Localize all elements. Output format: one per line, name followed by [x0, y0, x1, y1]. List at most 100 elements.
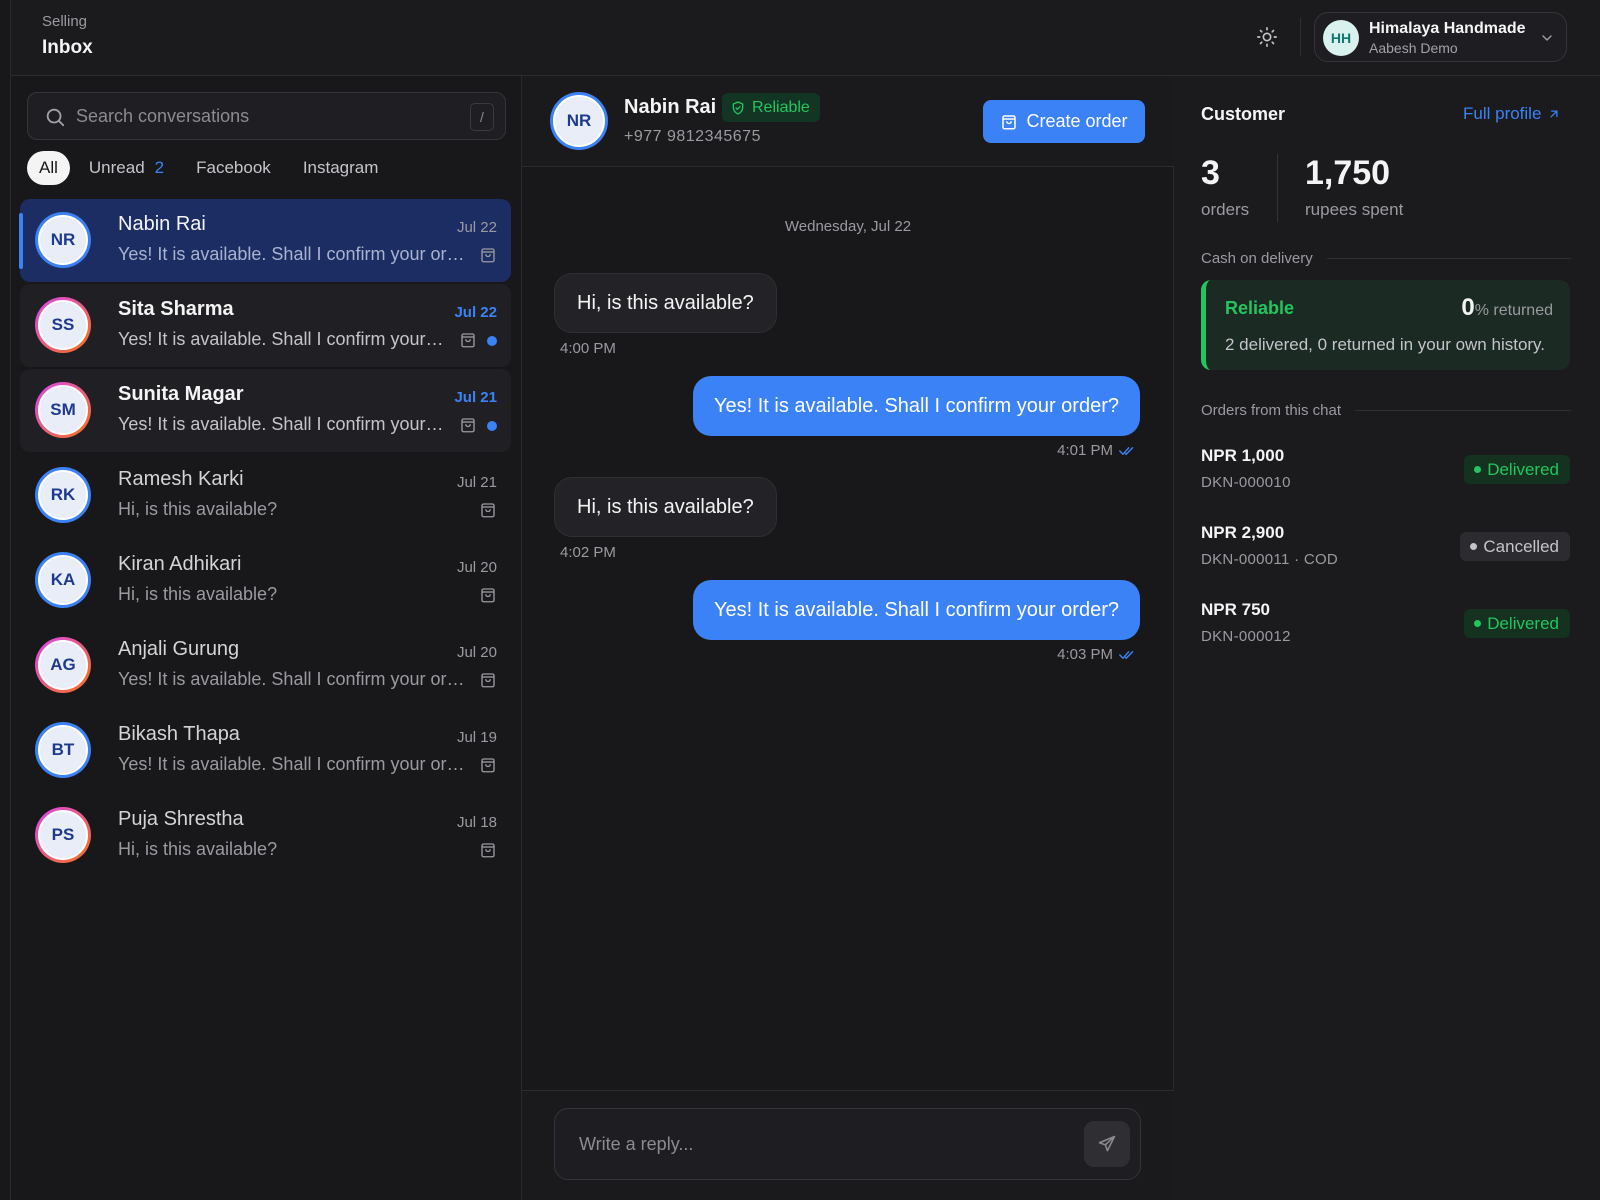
conversation-name: Sunita Magar	[118, 383, 244, 405]
order-item[interactable]: NPR 750 DKN-000012 Delivered	[1201, 600, 1570, 660]
cod-history: 2 delivered, 0 returned in your own hist…	[1225, 335, 1546, 354]
send-icon	[1098, 1135, 1116, 1152]
breadcrumb-section: Selling	[42, 13, 88, 30]
avatar: PS	[35, 807, 91, 863]
filter-tab-unread[interactable]: Unread 2	[74, 151, 179, 185]
create-order-label: Create order	[1026, 111, 1128, 131]
account-subtitle: Aabesh Demo	[1369, 40, 1458, 56]
sun-icon	[1257, 27, 1277, 47]
rupees-spent-label: rupees spent	[1305, 200, 1404, 219]
shopping-bag-icon	[461, 333, 475, 348]
search-box[interactable]: /	[27, 92, 506, 140]
message-time: 4:03 PM	[1057, 646, 1113, 663]
conversation-item[interactable]: KA Kiran Adhikari Jul 20 Hi, is this ava…	[20, 539, 511, 622]
double-check-icon	[1119, 650, 1134, 659]
order-reference: DKN-000011 · COD	[1201, 551, 1339, 568]
contact-phone: +977 9812345675	[624, 128, 761, 145]
search-input[interactable]	[76, 101, 456, 131]
avatar: RK	[35, 467, 91, 523]
unread-dot	[487, 421, 497, 431]
avatar-initials: RK	[38, 470, 88, 520]
unread-count-badge: 2	[154, 158, 165, 177]
message-time: 4:01 PM	[1057, 442, 1113, 459]
app-left-edge	[0, 0, 11, 1200]
conversation-name: Anjali Gurung	[118, 638, 240, 660]
avatar-initials: SM	[38, 385, 88, 435]
order-reference: DKN-000012	[1201, 628, 1291, 645]
conversation-item[interactable]: SM Sunita Magar Jul 21 Yes! It is availa…	[20, 369, 511, 452]
chevron-down-icon	[1542, 35, 1552, 41]
conversation-item[interactable]: PS Puja Shrestha Jul 18 Hi, is this avai…	[20, 794, 511, 877]
status-dot	[1470, 543, 1478, 550]
orders-section-label: Orders from this chat	[1201, 402, 1571, 419]
conversation-preview: Yes! It is available. Shall I confirm yo…	[118, 754, 466, 774]
customer-panel: Customer Full profile 3 orders 1,750 rup…	[1174, 76, 1600, 1200]
section-divider	[1355, 410, 1571, 411]
order-item[interactable]: NPR 1,000 DKN-000010 Delivered	[1201, 446, 1570, 506]
avatar: BT	[35, 722, 91, 778]
status-badge: Delivered	[1464, 609, 1570, 638]
conversation-date: Jul 22	[456, 219, 497, 236]
shield-check-icon	[732, 100, 744, 115]
order-amount: NPR 1,000	[1201, 446, 1285, 465]
double-check-icon	[1119, 446, 1134, 455]
page-title: Inbox	[42, 37, 93, 58]
create-order-button[interactable]: Create order	[983, 100, 1145, 143]
topbar-divider	[1300, 18, 1301, 56]
filter-tab-facebook[interactable]: Facebook	[181, 151, 286, 185]
top-bar: Selling Inbox HH Himalaya Handmade Aabes…	[11, 0, 1600, 76]
message-time-row: 4:01 PM	[1057, 442, 1135, 459]
contact-avatar-initials: NR	[553, 95, 605, 147]
conversation-item[interactable]: NR Nabin Rai Jul 22 Yes! It is available…	[19, 199, 511, 282]
theme-toggle-button[interactable]	[1254, 24, 1280, 50]
status-label: Delivered	[1487, 459, 1559, 479]
conversation-date: Jul 20	[456, 559, 497, 576]
filter-tab-label: Unread	[88, 158, 145, 177]
unread-dot	[487, 336, 497, 346]
conversation-name: Puja Shrestha	[118, 808, 244, 830]
returned-percentage: 0% returned	[1461, 294, 1553, 322]
message-bubble-outgoing: Yes! It is available. Shall I confirm yo…	[692, 580, 1140, 640]
avatar: SS	[35, 297, 91, 353]
account-switcher[interactable]: HH Himalaya Handmade Aabesh Demo	[1314, 12, 1567, 62]
send-button[interactable]	[1084, 1121, 1130, 1167]
conversation-item[interactable]: BT Bikash Thapa Jul 19 Yes! It is availa…	[20, 709, 511, 792]
conversation-item[interactable]: SS Sita Sharma Jul 22 Yes! It is availab…	[20, 284, 511, 367]
account-name: Himalaya Handmade	[1369, 20, 1526, 37]
stats-divider	[1277, 154, 1278, 222]
filter-tab-label: Facebook	[196, 158, 271, 177]
conversation-item[interactable]: AG Anjali Gurung Jul 20 Yes! It is avail…	[20, 624, 511, 707]
conversation-item[interactable]: RK Ramesh Karki Jul 21 Hi, is this avail…	[20, 454, 511, 537]
shopping-bag-icon	[461, 418, 475, 433]
avatar-initials: KA	[38, 555, 88, 605]
shopping-bag-icon	[1002, 114, 1017, 129]
message-time: 4:02 PM	[560, 544, 616, 561]
returned-suffix: % returned	[1474, 302, 1553, 319]
order-amount: NPR 750	[1201, 600, 1270, 619]
full-profile-label: Full profile	[1463, 104, 1542, 123]
avatar: AG	[35, 637, 91, 693]
shopping-bag-icon	[481, 673, 495, 688]
arrow-up-right-icon	[1550, 110, 1558, 118]
shopping-bag-icon	[481, 248, 495, 263]
full-profile-link[interactable]: Full profile	[1463, 104, 1561, 124]
filter-tab-instagram[interactable]: Instagram	[288, 151, 394, 185]
message-time: 4:00 PM	[560, 340, 616, 357]
filter-tab-label: Instagram	[302, 158, 379, 177]
orders-count-label: orders	[1201, 200, 1250, 219]
returned-value: 0	[1461, 294, 1475, 321]
order-reference: DKN-000010	[1201, 474, 1291, 491]
status-dot	[1474, 466, 1482, 473]
cod-section-label: Cash on delivery	[1201, 250, 1571, 267]
filter-tabs: All Unread 2 Facebook Instagram	[27, 150, 395, 186]
section-divider	[1326, 258, 1571, 259]
reply-input[interactable]	[579, 1129, 1049, 1159]
rupees-spent: 1,750	[1305, 154, 1391, 192]
filter-tab-all[interactable]: All	[27, 151, 70, 185]
order-amount: NPR 2,900	[1201, 523, 1285, 542]
conversation-date: Jul 21	[456, 474, 497, 491]
order-item[interactable]: NPR 2,900 DKN-000011 · COD Cancelled	[1201, 523, 1570, 583]
conversation-preview: Hi, is this available?	[118, 839, 278, 859]
conversation-name: Bikash Thapa	[118, 723, 240, 745]
shopping-bag-icon	[481, 588, 495, 603]
